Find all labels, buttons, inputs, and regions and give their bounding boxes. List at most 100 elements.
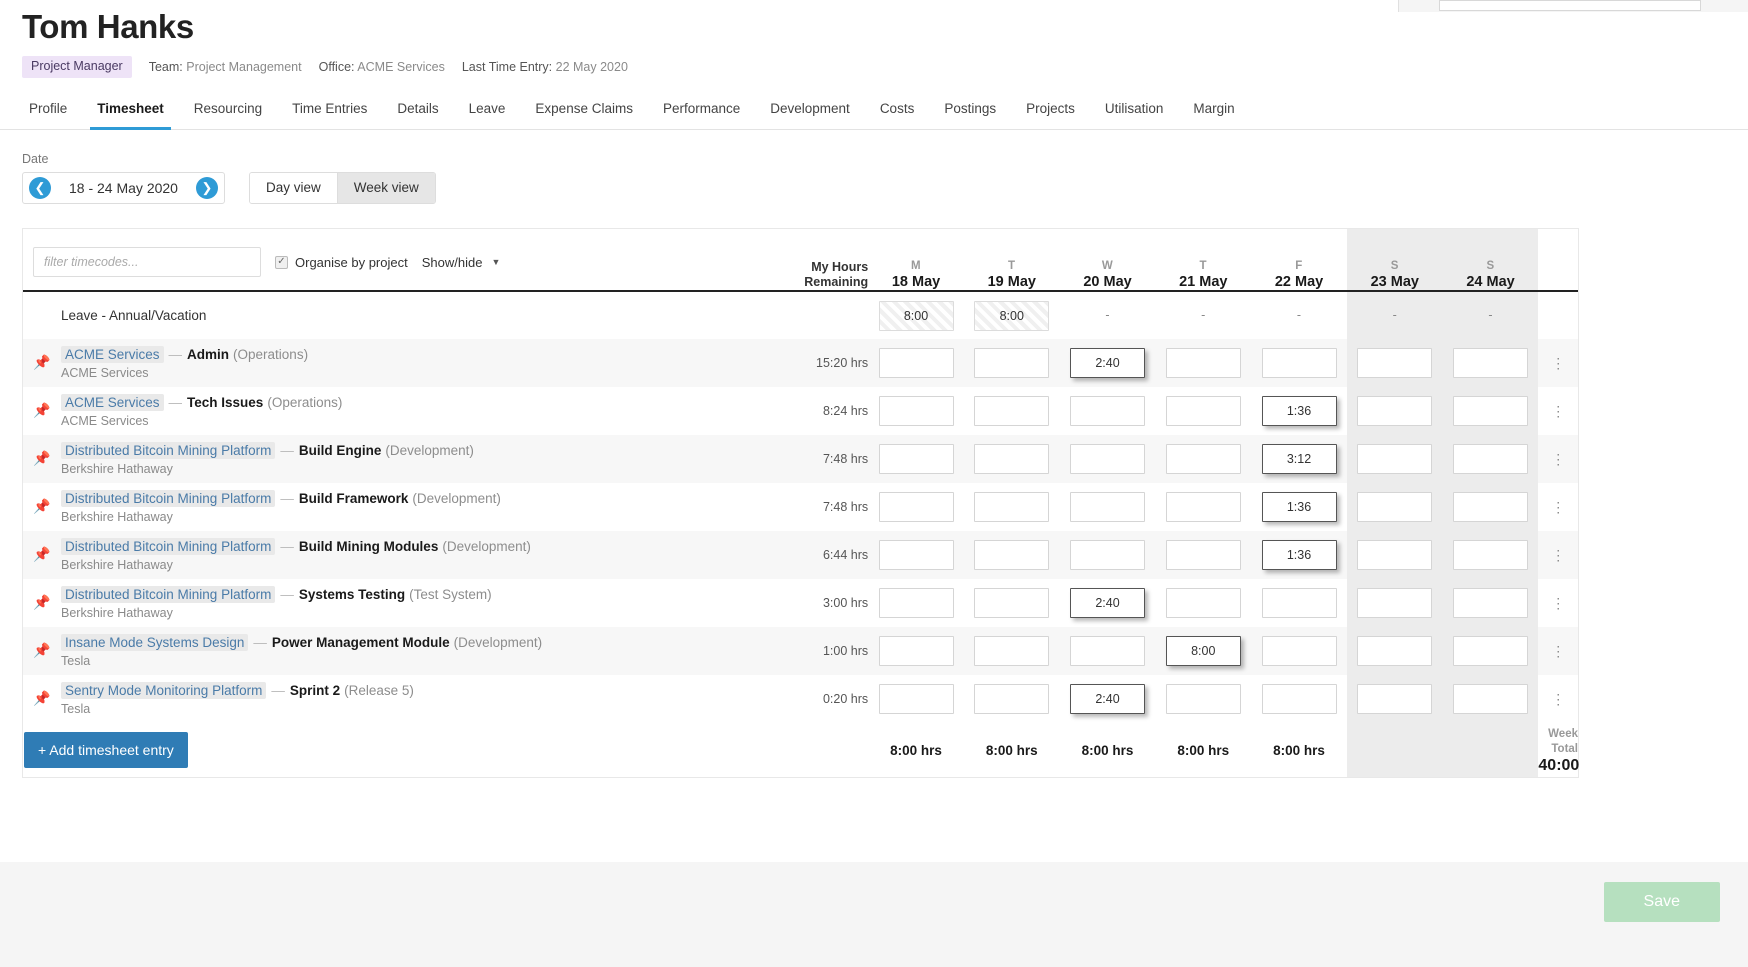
hours-input[interactable]: 2:40	[1070, 684, 1146, 714]
hours-input[interactable]	[1357, 396, 1433, 426]
hours-input[interactable]	[1261, 636, 1337, 666]
tab-details[interactable]: Details	[382, 95, 453, 129]
pin-icon[interactable]: 📌	[23, 546, 61, 564]
hours-input[interactable]	[1453, 636, 1529, 666]
hours-input[interactable]	[1261, 348, 1337, 378]
project-link[interactable]: Sentry Mode Monitoring Platform	[61, 682, 267, 699]
hours-input[interactable]: 2:40	[1070, 588, 1146, 618]
hours-input[interactable]	[878, 492, 954, 522]
hours-input[interactable]	[1357, 588, 1433, 618]
hours-input[interactable]	[1165, 348, 1241, 378]
date-range-picker[interactable]: ❮ 18 - 24 May 2020 ❯	[22, 171, 225, 204]
row-menu-cell[interactable]: ⋮	[1538, 627, 1578, 675]
tab-resourcing[interactable]: Resourcing	[179, 95, 277, 129]
add-timesheet-entry-button[interactable]: + Add timesheet entry	[24, 732, 188, 768]
hours-input[interactable]	[1070, 540, 1146, 570]
row-menu-cell[interactable]: ⋮	[1538, 339, 1578, 387]
hours-input[interactable]	[974, 396, 1050, 426]
hours-input[interactable]	[1070, 492, 1146, 522]
hours-input[interactable]	[1357, 636, 1433, 666]
hours-input[interactable]	[878, 684, 954, 714]
hours-input[interactable]	[1165, 684, 1241, 714]
tab-time-entries[interactable]: Time Entries	[277, 95, 382, 129]
hours-input[interactable]	[1453, 396, 1529, 426]
hours-input[interactable]	[974, 492, 1050, 522]
arrow-left-icon[interactable]: ❮	[29, 176, 51, 199]
hours-input[interactable]	[974, 636, 1050, 666]
arrow-right-icon[interactable]: ❯	[195, 176, 218, 199]
hours-input[interactable]	[1261, 588, 1337, 618]
hours-input[interactable]	[1453, 588, 1529, 618]
row-menu-cell[interactable]: ⋮	[1538, 675, 1578, 723]
save-button[interactable]: Save	[1603, 882, 1720, 922]
hours-input[interactable]	[1165, 396, 1241, 426]
hours-input[interactable]: 2:40	[1070, 348, 1146, 378]
hours-input[interactable]: 1:36	[1261, 396, 1337, 426]
hours-input[interactable]	[1357, 348, 1433, 378]
project-link[interactable]: ACME Services	[61, 346, 164, 363]
hours-input[interactable]	[878, 348, 954, 378]
hours-input[interactable]	[1357, 684, 1433, 714]
filter-timecodes-input[interactable]	[33, 247, 261, 277]
hours-input[interactable]	[1070, 444, 1146, 474]
chevron-down-icon[interactable]: ▼	[491, 257, 500, 267]
pin-icon[interactable]: 📌	[23, 498, 61, 516]
organise-by-project-checkbox[interactable]: ✓ Organise by project	[275, 255, 408, 270]
hours-input[interactable]	[974, 684, 1050, 714]
hours-input[interactable]	[1070, 396, 1146, 426]
pin-icon[interactable]: 📌	[23, 690, 61, 708]
pin-icon[interactable]: 📌	[23, 642, 61, 660]
kebab-menu-icon[interactable]: ⋮	[1538, 356, 1578, 370]
tab-profile[interactable]: Profile	[14, 95, 82, 129]
project-link[interactable]: Insane Mode Systems Design	[61, 634, 249, 651]
view-toggle-group[interactable]: Day view Week view	[248, 171, 436, 204]
hours-input[interactable]	[878, 636, 954, 666]
kebab-menu-icon[interactable]: ⋮	[1538, 500, 1578, 514]
hours-input[interactable]: 3:12	[1261, 444, 1337, 474]
hours-input[interactable]	[1165, 540, 1241, 570]
pin-icon[interactable]: 📌	[23, 594, 61, 612]
row-menu-cell[interactable]: ⋮	[1538, 387, 1578, 435]
checkbox-icon[interactable]: ✓	[275, 255, 288, 269]
hours-input[interactable]	[1357, 540, 1433, 570]
day-view-button[interactable]: Day view	[249, 172, 337, 203]
tab-utilisation[interactable]: Utilisation	[1090, 95, 1179, 129]
hours-input[interactable]	[974, 588, 1050, 618]
hours-input[interactable]	[1453, 444, 1529, 474]
hours-input[interactable]	[878, 444, 954, 474]
tab-costs[interactable]: Costs	[865, 95, 930, 129]
tab-expense-claims[interactable]: Expense Claims	[520, 95, 648, 129]
hours-input[interactable]	[974, 348, 1050, 378]
main-tab-bar[interactable]: Profile Timesheet Resourcing Time Entries De…	[0, 95, 1748, 130]
tab-postings[interactable]: Postings	[929, 95, 1011, 129]
hours-input[interactable]	[974, 540, 1050, 570]
row-menu-cell[interactable]: ⋮	[1538, 531, 1578, 579]
hours-input[interactable]	[1165, 444, 1241, 474]
pin-icon[interactable]: 📌	[23, 354, 61, 372]
show-hide-dropdown[interactable]: Show/hide ▼	[422, 255, 501, 270]
kebab-menu-icon[interactable]: ⋮	[1538, 596, 1578, 610]
tab-projects[interactable]: Projects	[1011, 95, 1090, 129]
kebab-menu-icon[interactable]: ⋮	[1538, 404, 1578, 418]
kebab-menu-icon[interactable]: ⋮	[1538, 452, 1578, 466]
hours-input[interactable]	[878, 588, 954, 618]
kebab-menu-icon[interactable]: ⋮	[1538, 548, 1578, 562]
pin-icon[interactable]: 📌	[23, 402, 61, 420]
tab-leave[interactable]: Leave	[454, 95, 521, 129]
row-menu-cell[interactable]: ⋮	[1538, 579, 1578, 627]
hours-input[interactable]	[1261, 684, 1337, 714]
hours-input[interactable]	[1357, 492, 1433, 522]
hours-input[interactable]: 1:36	[1261, 492, 1337, 522]
tab-margin[interactable]: Margin	[1178, 95, 1249, 129]
project-link[interactable]: Distributed Bitcoin Mining Platform	[61, 490, 276, 507]
tab-development[interactable]: Development	[755, 95, 865, 129]
project-link[interactable]: Distributed Bitcoin Mining Platform	[61, 538, 276, 555]
pin-icon[interactable]: 📌	[23, 450, 61, 468]
hours-input[interactable]	[1453, 492, 1529, 522]
project-link[interactable]: ACME Services	[61, 394, 164, 411]
hours-input[interactable]	[1165, 492, 1241, 522]
hours-input[interactable]: 1:36	[1261, 540, 1337, 570]
project-link[interactable]: Distributed Bitcoin Mining Platform	[61, 442, 276, 459]
tab-timesheet[interactable]: Timesheet	[82, 95, 179, 130]
project-link[interactable]: Distributed Bitcoin Mining Platform	[61, 586, 276, 603]
